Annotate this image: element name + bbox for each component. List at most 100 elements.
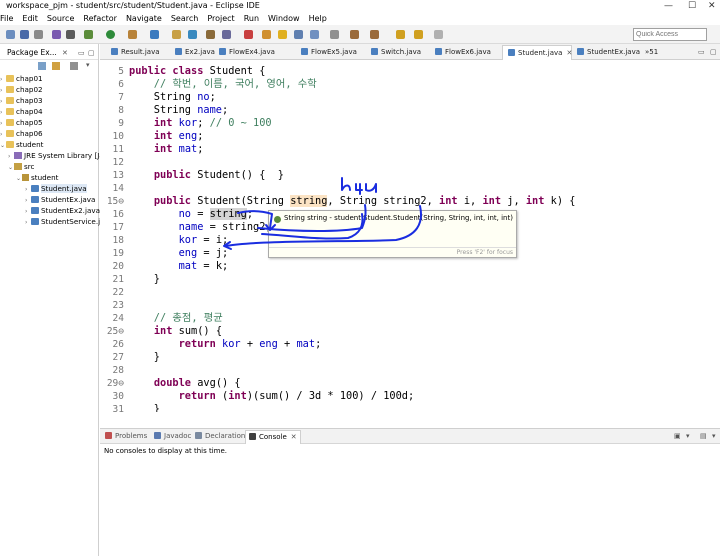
new-class-icon[interactable] [188, 30, 197, 39]
hover-focus-hint: Press 'F2' for focus [456, 249, 513, 256]
close-icon[interactable]: ✕ [708, 1, 716, 11]
code-line: 26 return kor + eng + mat; [112, 338, 322, 350]
save-icon[interactable] [20, 30, 29, 39]
project-folder-icon [6, 119, 14, 126]
hover-tooltip[interactable]: String string - student.Student.Student(… [268, 210, 517, 258]
tab-student-java[interactable]: Student.java ✕ [502, 45, 572, 60]
tab-declaration[interactable]: Declaration [195, 432, 245, 440]
package-explorer-title[interactable]: Package Ex... [7, 48, 57, 57]
external-tools-icon[interactable] [128, 30, 137, 39]
search-icon[interactable] [222, 30, 231, 39]
tree-item-student-java[interactable]: › Student.java [25, 184, 87, 194]
link-with-editor-icon[interactable] [52, 62, 60, 70]
tab-overflow[interactable]: »51 [640, 45, 658, 60]
menu-help[interactable]: Help [305, 13, 332, 25]
code-line: 11 int mat; [112, 143, 204, 155]
java-file-icon [31, 196, 39, 203]
tab-javadoc[interactable]: Javadoc [154, 432, 191, 440]
menu-bar: File Edit Source Refactor Navigate Searc… [0, 13, 720, 25]
java-file-icon [577, 48, 584, 55]
maximize-editor-icon[interactable]: ▢ [710, 48, 717, 56]
tab-flowex4-java[interactable]: FlowEx4.java [214, 45, 275, 60]
skip-breakpoints-icon[interactable] [52, 30, 61, 39]
menu-search[interactable]: Search [167, 13, 203, 25]
view-menu-icon[interactable]: ▾ [712, 432, 716, 440]
menu-window[interactable]: Window [264, 13, 305, 25]
menu-file[interactable]: File [0, 13, 18, 25]
prev-annotation-icon[interactable] [370, 30, 379, 39]
tab-result-java[interactable]: Result.java [106, 45, 160, 60]
menu-project[interactable]: Project [203, 13, 239, 25]
minimize-editor-icon[interactable]: ▭ [698, 48, 705, 56]
tree-item-chap03[interactable]: › chap03 [0, 96, 43, 106]
block-selection-icon[interactable] [294, 30, 303, 39]
forward-icon[interactable] [434, 30, 443, 39]
library-icon [14, 152, 22, 159]
show-whitespace-icon[interactable] [310, 30, 319, 39]
minimize-icon[interactable]: — [664, 1, 673, 11]
pilcrow-icon[interactable] [330, 30, 339, 39]
back-icon[interactable] [414, 30, 423, 39]
close-view-icon[interactable]: ✕ [62, 49, 69, 57]
next-annotation-icon[interactable] [350, 30, 359, 39]
maximize-icon[interactable]: ☐ [688, 1, 696, 11]
tree-item-jre-library[interactable]: › JRE System Library [Ja [8, 151, 104, 161]
menu-edit[interactable]: Edit [18, 13, 43, 25]
view-menu-icon[interactable]: ▾ [86, 61, 90, 69]
tree-item-src[interactable]: ⌄ src [8, 162, 35, 172]
collapse-all-icon[interactable] [38, 62, 46, 70]
code-line: 10 int eng; [112, 130, 204, 142]
display-console-icon[interactable]: ▾ [686, 432, 690, 440]
menu-refactor[interactable]: Refactor [79, 13, 122, 25]
tree-item-chap02[interactable]: › chap02 [0, 85, 43, 95]
tree-item-chap05[interactable]: › chap05 [0, 118, 43, 128]
menu-source[interactable]: Source [43, 13, 79, 25]
tree-item-chap04[interactable]: › chap04 [0, 107, 43, 117]
close-tab-icon[interactable]: ✕ [291, 433, 297, 441]
quick-access-input[interactable] [633, 28, 707, 41]
tab-ex2-java[interactable]: Ex2.java [170, 45, 215, 60]
tree-item-studentservice-java[interactable]: › StudentService.j [25, 217, 100, 227]
title-bar: workspace_pjm - student/src/student/Stud… [0, 0, 720, 13]
mark-occurrences-icon[interactable] [262, 30, 271, 39]
run-icon[interactable] [106, 30, 115, 39]
last-edit-icon[interactable] [396, 30, 405, 39]
pin-console-icon[interactable]: ▣ [674, 432, 681, 440]
java-file-icon [301, 48, 308, 55]
save-all-icon[interactable] [34, 30, 43, 39]
code-line: 12 [112, 157, 124, 168]
tree-item-student-package[interactable]: ⌄ student [16, 173, 58, 183]
tab-switch-java[interactable]: Switch.java [366, 45, 421, 60]
menu-run[interactable]: Run [240, 13, 264, 25]
open-type-icon[interactable] [206, 30, 215, 39]
open-console-icon[interactable]: ▤ [700, 432, 707, 440]
new-java-project-icon[interactable] [150, 30, 159, 39]
tree-item-student-project[interactable]: ⌄ student [0, 140, 43, 150]
new-package-icon[interactable] [172, 30, 181, 39]
tree-item-chap01[interactable]: › chap01 [0, 74, 43, 84]
new-icon[interactable] [6, 30, 15, 39]
tab-studentex-java[interactable]: StudentEx.java [572, 45, 640, 60]
tree-item-studentex2-java[interactable]: › StudentEx2.java [25, 206, 100, 216]
tab-console[interactable]: Console ✕ [245, 430, 301, 444]
tab-flowex5-java[interactable]: FlowEx5.java [296, 45, 357, 60]
tab-problems[interactable]: Problems [105, 432, 147, 440]
menu-navigate[interactable]: Navigate [122, 13, 167, 25]
focus-icon[interactable] [70, 62, 78, 70]
tree-item-chap06[interactable]: › chap06 [0, 129, 43, 139]
tab-flowex6-java[interactable]: FlowEx6.java [430, 45, 491, 60]
tree-item-studentex-java[interactable]: › StudentEx.java [25, 195, 95, 205]
terminate-icon[interactable] [66, 30, 75, 39]
project-folder-icon [6, 97, 14, 104]
minimize-view-icon[interactable]: ▭ [78, 49, 85, 57]
debug-icon[interactable] [84, 30, 93, 39]
window-title: workspace_pjm - student/src/student/Stud… [6, 1, 260, 10]
annotation-icon[interactable] [244, 30, 253, 39]
maximize-view-icon[interactable]: ▢ [88, 49, 95, 57]
console-icon [249, 433, 256, 440]
toggle-highlight-icon[interactable] [278, 30, 287, 39]
code-line: 15⊖ public Student(String string, String… [106, 195, 576, 207]
code-line: 24 // 총점, 평균 [112, 312, 223, 324]
javadoc-icon [154, 432, 161, 439]
declaration-icon [195, 432, 202, 439]
